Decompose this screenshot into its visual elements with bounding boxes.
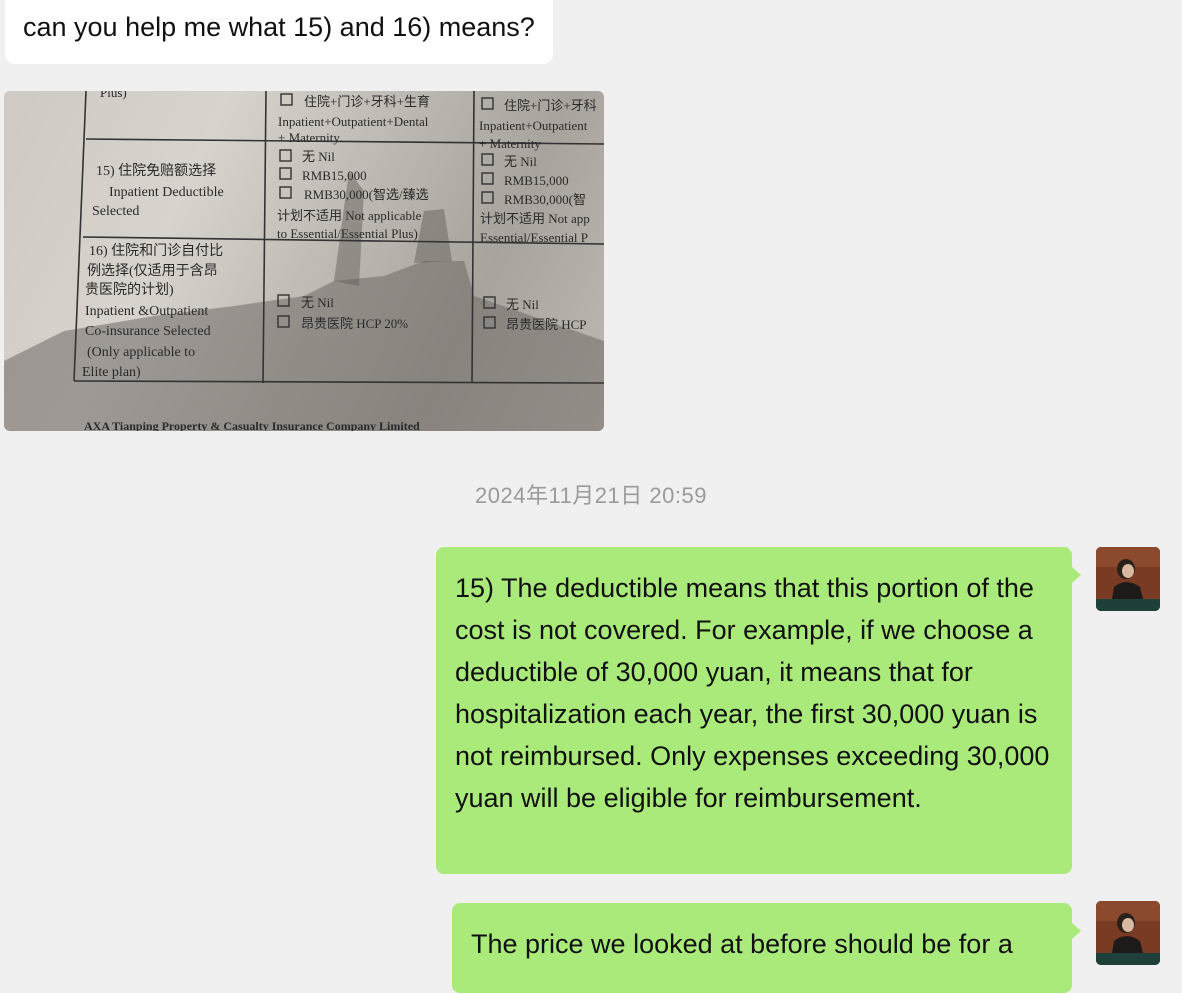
photo-text: 无 Nil [302,149,335,164]
photo-text: 无 Nil [506,297,539,312]
photo-text: Inpatient+Outpatient+Dental [278,114,429,129]
photo-text: RMB30,000(智 [504,192,586,207]
photo-text: 16) 住院和门诊自付比 [89,243,223,259]
photo-text: 昂贵医院 HCP 20% [301,316,408,331]
photo-text: 15) 住院免赔额选择 [96,163,216,179]
sender-avatar[interactable] [1096,901,1160,965]
photo-text: + Maternity [479,136,541,151]
photo-text: 无 Nil [504,154,537,169]
photo-text: 无 Nil [301,295,334,310]
photo-text: 计划不适用 Not applicable [277,208,422,223]
incoming-message-text: can you help me what 15) and 16) means? [23,12,535,42]
photo-text: Selected [92,204,139,219]
photo-text: 例选择(仅适用于含昂 [87,263,218,279]
photo-text: + Maternity [278,130,340,145]
photo-text: 昂贵医院 HCP [506,317,587,332]
outgoing-message-text: The price we looked at before should be … [471,929,1013,959]
photo-text: RMB15,000 [504,173,569,188]
photo-text: Elite plan) [82,365,141,380]
photo-text: 贵医院的计划) [85,282,174,298]
photo-text: 住院+门诊+牙科+生育 [304,94,430,109]
photo-text: Inpatient &Outpatient [85,304,208,319]
photo-text: Co-insurance Selected [85,324,211,339]
outgoing-message-bubble[interactable]: 15) The deductible means that this porti… [436,547,1081,874]
form-photo-attachment[interactable]: Plus) 住院+门诊+牙科+生育 Inpatient+Outpatient+D… [4,91,604,431]
photo-text: Essential/Essential P [480,230,588,245]
photo-text: Inpatient+Outpatient [479,118,588,133]
photo-text: Plus) [100,91,127,100]
photo-text: RMB30,000(智选/臻选 [304,187,429,202]
photo-text: to Essential/Essential Plus) [277,226,418,241]
sender-avatar[interactable] [1096,547,1160,611]
photo-text: 计划不适用 Not app [480,211,590,226]
photo-text: 住院+门诊+牙科 [504,98,597,113]
photo-text: (Only applicable to [87,345,195,360]
message-timestamp: 2024年11月21日 20:59 [475,483,707,508]
photo-text: Inpatient Deductible [109,185,224,200]
photo-footer-text: AXA Tianping Property & Casualty Insuran… [84,419,420,431]
photo-text: RMB15,000 [302,168,367,183]
incoming-message-bubble[interactable]: can you help me what 15) and 16) means? [5,0,553,64]
outgoing-message-bubble[interactable]: The price we looked at before should be … [452,903,1081,993]
outgoing-message-text: 15) The deductible means that this porti… [455,573,1050,813]
